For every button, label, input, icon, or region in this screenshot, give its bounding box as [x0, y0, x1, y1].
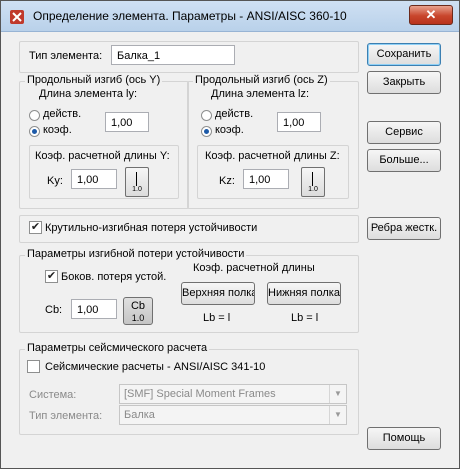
kz-title: Коэф. расчетной длины Z: [205, 150, 340, 162]
ky-diagram-button[interactable]: 1.0 [125, 167, 149, 197]
ky-input[interactable]: 1,00 [71, 169, 117, 189]
cb-label: Cb: [45, 304, 63, 316]
chevron-down-icon: ▼ [329, 406, 346, 424]
cb-diagram-button[interactable]: Cb 1.0 [123, 297, 153, 325]
ltb-k-title: Коэф. расчетной длины [193, 262, 315, 274]
buckling-z-coef-radio[interactable] [201, 126, 212, 137]
buckling-y-length-label: Длина элемента ly: [39, 88, 138, 100]
element-type-input[interactable]: Балка_1 [111, 45, 235, 65]
window-title: Определение элемента. Параметры - ANSI/A… [33, 9, 347, 23]
lb-bottom-label: Lb = l [291, 312, 319, 324]
kz-diagram-button[interactable]: 1.0 [301, 167, 325, 197]
buckling-y-coef-label: коэф. [43, 124, 72, 136]
buckling-y-coef-radio[interactable] [29, 126, 40, 137]
cb-button-value: 1.0 [131, 313, 145, 323]
buckling-z-coef-label: коэф. [215, 124, 244, 136]
cb-input[interactable]: 1,00 [71, 299, 117, 319]
bottom-flange-button[interactable]: Нижняя полка [267, 282, 341, 305]
buckling-y-title: Продольный изгиб (ось Y) [25, 74, 163, 86]
system-label: Система: [29, 389, 77, 401]
chevron-down-icon: ▼ [329, 385, 346, 403]
kz-input[interactable]: 1,00 [243, 169, 289, 189]
side-buckling-label: Боков. потеря устой. [61, 271, 167, 283]
ky-title: Коэф. расчетной длины Y: [35, 150, 170, 162]
element-type-select-value: Балка [124, 409, 155, 421]
window-close-button[interactable]: ✕ [409, 5, 453, 25]
buckling-z-title: Продольный изгиб (ось Z) [193, 74, 330, 86]
seismic-label: Сейсмические расчеты - ANSI/AISC 341-10 [45, 361, 266, 373]
system-select-value: [SMF] Special Moment Frames [124, 388, 276, 400]
close-button[interactable]: Закрыть [367, 71, 441, 94]
ky-column-icon [136, 172, 137, 186]
buckling-y-actual-label: действ. [43, 108, 82, 120]
title-bar: Определение элемента. Параметры - ANSI/A… [1, 1, 459, 32]
ltb-params-title: Параметры изгибной потери устойчивости [25, 248, 247, 260]
stiffeners-button[interactable]: Ребра жестк. [367, 217, 441, 240]
element-type-seismic-label: Тип элемента: [29, 410, 103, 422]
seismic-checkbox[interactable] [27, 360, 40, 373]
buckling-y-actual-radio[interactable] [29, 110, 40, 121]
save-button[interactable]: Сохранить [367, 43, 441, 66]
buckling-z-actual-label: действ. [215, 108, 254, 120]
service-button[interactable]: Сервис [367, 121, 441, 144]
side-buckling-checkbox[interactable]: ✔ [45, 270, 58, 283]
lb-top-label: Lb = l [203, 312, 231, 324]
system-select[interactable]: [SMF] Special Moment Frames ▼ [119, 384, 347, 404]
kz-label: Kz: [219, 175, 235, 187]
buckling-z-length-label: Длина элемента lz: [211, 88, 310, 100]
seismic-title: Параметры сейсмического расчета [25, 342, 210, 354]
cb-button-title: Cb [130, 300, 146, 312]
app-icon [10, 10, 24, 24]
buckling-y-length-input[interactable]: 1,00 [105, 112, 149, 132]
buckling-z-length-input[interactable]: 1,00 [277, 112, 321, 132]
dialog-window: Определение элемента. Параметры - ANSI/A… [0, 0, 460, 469]
ky-button-value: 1.0 [132, 186, 142, 193]
buckling-z-actual-radio[interactable] [201, 110, 212, 121]
lateral-torsional-label: Крутильно-изгибная потеря устойчивости [45, 222, 258, 234]
kz-column-icon [312, 172, 313, 186]
top-flange-button[interactable]: Верхняя полка [181, 282, 255, 305]
help-button[interactable]: Помощь [367, 427, 441, 450]
more-button[interactable]: Больше... [367, 149, 441, 172]
element-type-select[interactable]: Балка ▼ [119, 405, 347, 425]
element-type-label: Тип элемента: [29, 50, 103, 62]
ky-label: Ky: [47, 175, 63, 187]
lateral-torsional-checkbox[interactable]: ✔ [29, 221, 42, 234]
kz-button-value: 1.0 [308, 186, 318, 193]
